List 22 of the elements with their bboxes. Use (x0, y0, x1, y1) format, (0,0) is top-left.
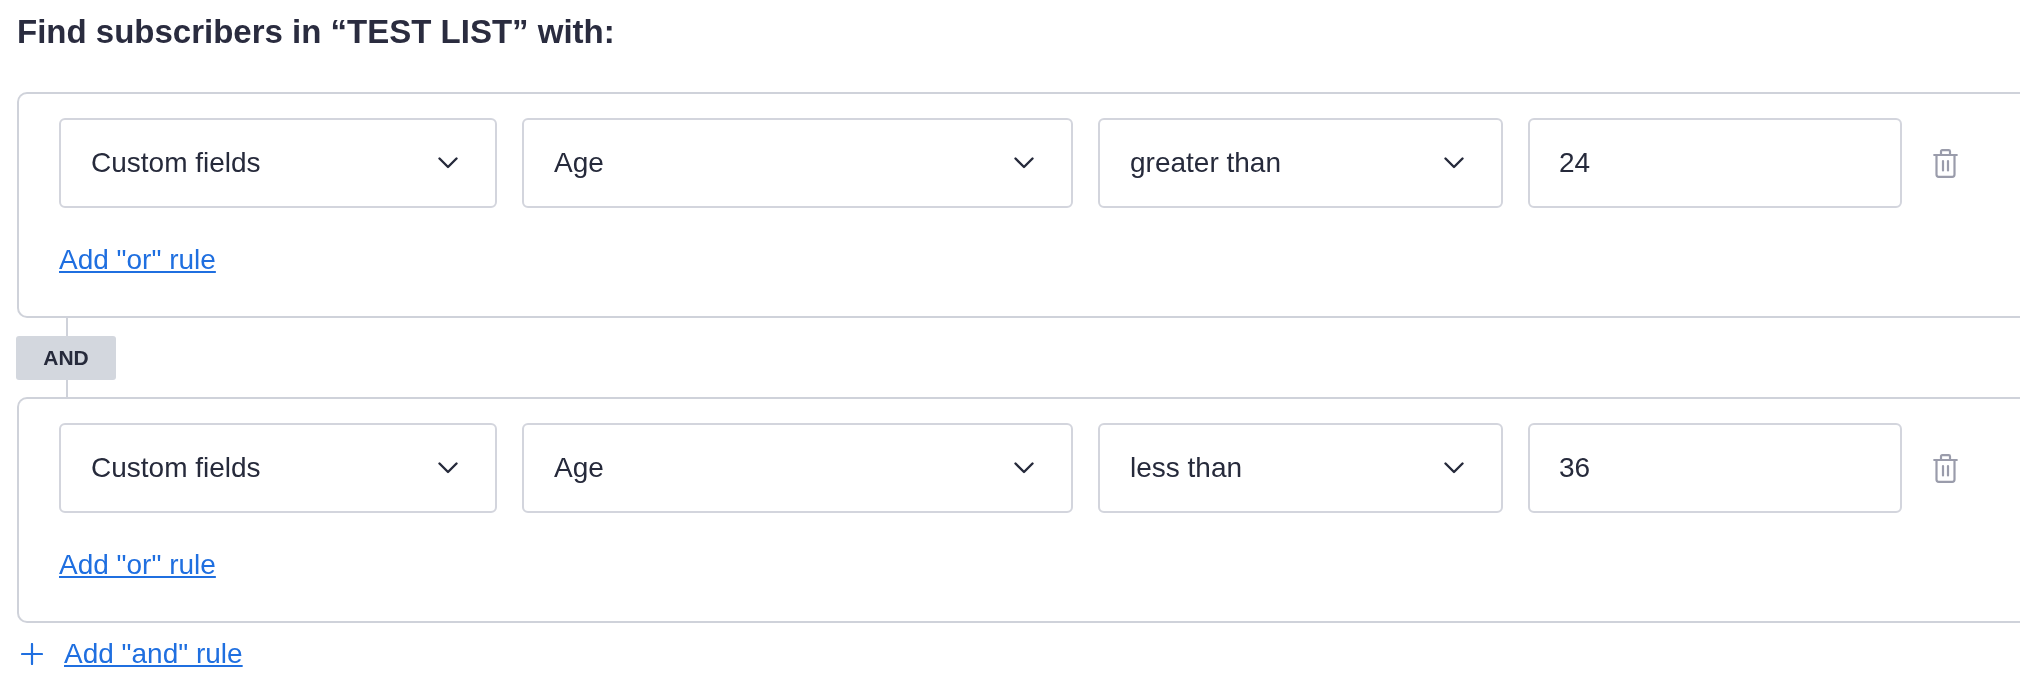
add-and-rule-link[interactable]: Add "and" rule (64, 637, 243, 671)
plus-icon[interactable] (21, 643, 43, 665)
chevron-down-icon (438, 157, 458, 169)
value-field[interactable]: 24 (1528, 118, 1902, 208)
add-or-rule-link[interactable]: Add "or" rule (59, 549, 216, 580)
dropdown[interactable]: Custom fields (59, 423, 497, 513)
chevron-down-icon (1014, 157, 1034, 169)
chevron-down-icon (1014, 462, 1034, 474)
dropdown[interactable]: Age (522, 423, 1073, 513)
chevron-down-icon (438, 462, 458, 474)
dropdown[interactable]: greater than (1098, 118, 1503, 208)
and-badge: AND (16, 336, 116, 380)
chevron-down-icon (1444, 157, 1464, 169)
dropdown[interactable]: less than (1098, 423, 1503, 513)
dropdown[interactable]: Custom fields (59, 118, 497, 208)
trash-icon[interactable] (1933, 148, 1958, 178)
dropdown[interactable]: Age (522, 118, 1073, 208)
add-or-rule-link[interactable]: Add "or" rule (59, 244, 216, 275)
trash-icon[interactable] (1933, 453, 1958, 483)
heading: Find subscribers in “TEST LIST” with: (17, 12, 615, 52)
chevron-down-icon (1444, 462, 1464, 474)
value-field[interactable]: 36 (1528, 423, 1902, 513)
